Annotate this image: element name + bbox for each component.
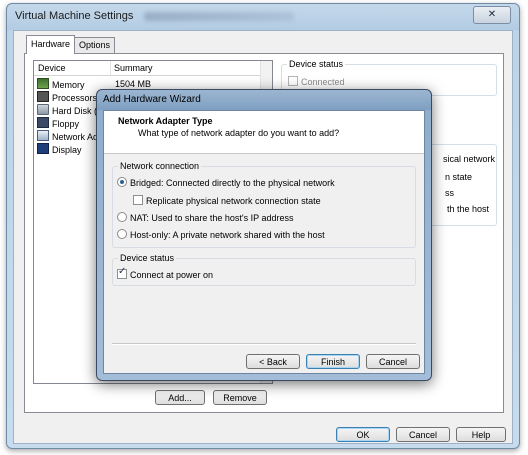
memory-icon <box>37 78 49 89</box>
bridged-label: Bridged: Connected directly to the physi… <box>130 178 335 188</box>
connect-at-power-on-label: Connect at power on <box>130 270 214 280</box>
list-item[interactable]: Memory 1504 MB <box>37 78 151 91</box>
device-name: Processors <box>52 93 98 103</box>
replicate-label: Replicate physical network connection st… <box>146 196 321 206</box>
help-button[interactable]: Help <box>456 427 506 442</box>
background-text-fragment: n state <box>445 172 473 182</box>
network-adapter-icon <box>37 130 49 141</box>
close-icon: ✕ <box>487 9 497 20</box>
device-name: Memory <box>52 80 85 90</box>
close-button[interactable]: ✕ <box>473 6 511 24</box>
dialog-title: Add Hardware Wizard <box>103 94 201 105</box>
background-text-fragment: ss <box>445 188 454 198</box>
replicate-state-checkbox[interactable]: Replicate physical network connection st… <box>133 195 321 206</box>
window-title-blurred-text <box>144 12 294 21</box>
page-subtitle: What type of network adapter do you want… <box>138 128 340 138</box>
finish-button[interactable]: Finish <box>306 354 360 369</box>
add-button[interactable]: Add... <box>155 390 205 405</box>
wizard-cancel-button[interactable]: Cancel <box>366 354 420 369</box>
window-title: Virtual Machine Settings <box>15 10 134 22</box>
background-text-fragment: sical network <box>443 154 496 164</box>
connected-label: Connected <box>301 77 345 87</box>
radio-selected-icon <box>117 177 127 187</box>
column-header-summary[interactable]: Summary <box>114 63 153 73</box>
host-only-label: Host-only: A private network shared with… <box>130 230 325 240</box>
radio-icon <box>117 212 127 222</box>
tab-hardware[interactable]: Hardware <box>26 35 76 54</box>
ok-button[interactable]: OK <box>336 427 390 442</box>
nat-label: NAT: Used to share the host's IP address <box>130 213 294 223</box>
network-connection-label: Network connection <box>118 161 202 171</box>
bridged-radio[interactable]: Bridged: Connected directly to the physi… <box>117 177 335 188</box>
list-item[interactable]: Floppy <box>37 117 79 130</box>
back-button[interactable]: < Back <box>246 354 300 369</box>
processor-icon <box>37 91 49 102</box>
connect-at-power-on-checkbox[interactable]: ✓ Connect at power on <box>117 266 214 280</box>
checkbox-checked-icon: ✓ <box>117 266 127 279</box>
cancel-button[interactable]: Cancel <box>396 427 450 442</box>
device-name: Display <box>52 145 82 155</box>
add-hardware-wizard-dialog: Add Hardware Wizard Network Adapter Type… <box>96 89 432 381</box>
wizard-header: Network Adapter Type What type of networ… <box>104 111 424 154</box>
device-status-label: Device status <box>287 59 346 69</box>
device-list-header: Device Summary <box>34 61 260 76</box>
list-item[interactable]: Processors <box>37 91 97 104</box>
button-separator <box>112 343 416 345</box>
nat-radio[interactable]: NAT: Used to share the host's IP address <box>117 212 293 223</box>
host-only-radio[interactable]: Host-only: A private network shared with… <box>117 229 325 240</box>
floppy-icon <box>37 117 49 128</box>
page-title: Network Adapter Type <box>118 116 213 126</box>
remove-button[interactable]: Remove <box>213 390 267 405</box>
hard-disk-icon <box>37 104 49 115</box>
checkbox-icon <box>133 195 143 205</box>
list-item[interactable]: Display <box>37 143 82 156</box>
background-text-fragment: th the host <box>447 204 490 214</box>
list-item[interactable]: Network Ada <box>37 130 103 143</box>
network-connection-group: Network connection Bridged: Connected di… <box>112 161 416 248</box>
device-status-group: Device status ✓ Connect at power on <box>112 253 416 286</box>
device-status-label: Device status <box>118 253 177 263</box>
display-icon <box>37 143 49 154</box>
radio-icon <box>117 229 127 239</box>
device-name: Floppy <box>52 119 80 129</box>
column-header-device[interactable]: Device <box>38 63 66 73</box>
checkbox-icon <box>288 76 298 86</box>
wizard-client-area: Network Adapter Type What type of networ… <box>103 110 425 374</box>
connected-checkbox[interactable]: Connected <box>288 76 345 87</box>
tab-options[interactable]: Options <box>74 37 116 53</box>
